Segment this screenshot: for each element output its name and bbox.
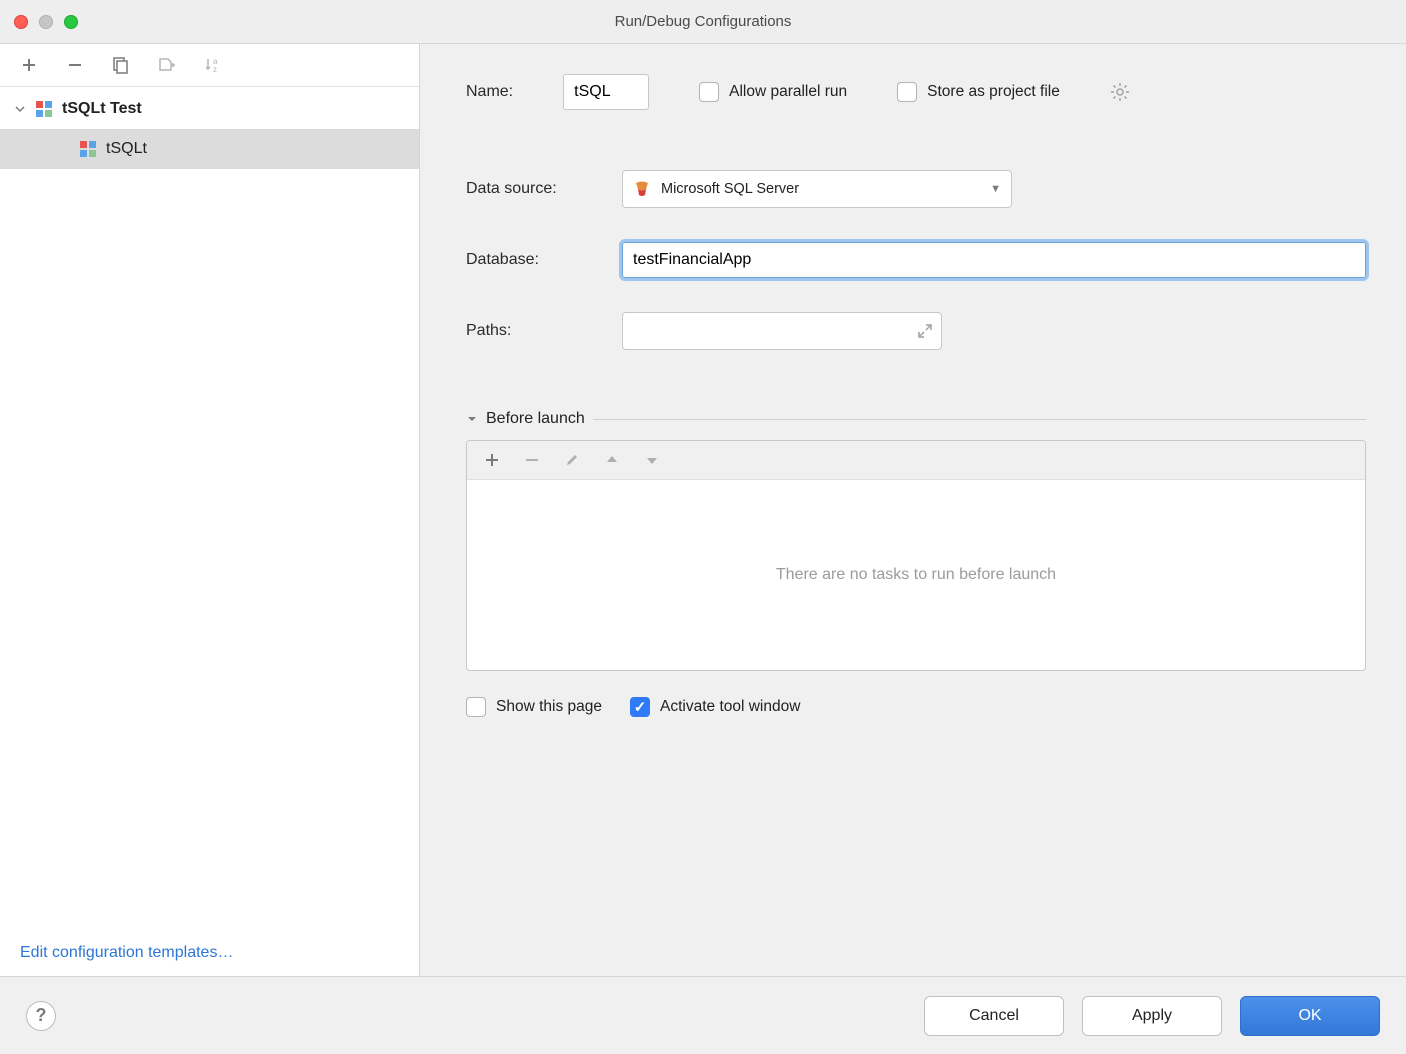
chevron-down-icon: [466, 413, 478, 425]
paths-input[interactable]: [622, 312, 942, 350]
paths-label: Paths:: [466, 322, 622, 340]
help-button[interactable]: ?: [26, 1001, 56, 1031]
before-launch-empty-message: There are no tasks to run before launch: [467, 480, 1365, 670]
expand-icon[interactable]: [917, 323, 933, 339]
before-launch-title: Before launch: [486, 410, 585, 428]
remove-task-icon[interactable]: [521, 449, 543, 471]
minimize-window-button[interactable]: [39, 15, 53, 29]
data-source-label: Data source:: [466, 180, 622, 198]
before-launch-panel: There are no tasks to run before launch: [466, 440, 1366, 671]
checkbox-icon: [699, 82, 719, 102]
data-source-dropdown[interactable]: Microsoft SQL Server ▼: [622, 170, 1012, 208]
mssql-icon: [633, 180, 651, 198]
window-title: Run/Debug Configurations: [0, 13, 1406, 30]
database-input[interactable]: [622, 242, 1366, 278]
sidebar-toolbar: az: [0, 44, 419, 87]
remove-configuration-icon[interactable]: [64, 54, 86, 76]
activate-tool-window-checkbox[interactable]: Activate tool window: [630, 697, 800, 717]
divider: [593, 419, 1366, 420]
configuration-form: Name: Allow parallel run Store as projec…: [420, 44, 1406, 976]
store-as-project-file-label: Store as project file: [927, 83, 1060, 101]
checkbox-icon: [466, 697, 486, 717]
sort-alphabetical-icon[interactable]: az: [202, 54, 224, 76]
zoom-window-button[interactable]: [64, 15, 78, 29]
name-input[interactable]: [563, 74, 649, 110]
chevron-down-icon: ▼: [990, 183, 1001, 195]
database-label: Database:: [466, 251, 622, 269]
chevron-down-icon: [14, 103, 28, 115]
allow-parallel-run-label: Allow parallel run: [729, 83, 847, 101]
tsqlt-config-icon: [80, 141, 98, 157]
before-launch-header[interactable]: Before launch: [466, 410, 1366, 428]
svg-text:z: z: [213, 65, 217, 74]
tree-group-label: tSQLt Test: [62, 100, 142, 118]
launch-options-row: Show this page Activate tool window: [466, 697, 1366, 717]
edit-templates-link[interactable]: Edit configuration templates…: [20, 944, 233, 961]
checkbox-icon: [897, 82, 917, 102]
tree-group-tsqlt-test[interactable]: tSQLt Test: [0, 89, 419, 129]
cancel-button[interactable]: Cancel: [924, 996, 1064, 1036]
add-task-icon[interactable]: [481, 449, 503, 471]
dialog-button-bar: ? Cancel Apply OK: [0, 976, 1406, 1054]
dialog-buttons: Cancel Apply OK: [924, 996, 1380, 1036]
store-as-project-file-checkbox[interactable]: Store as project file: [897, 82, 1060, 102]
edit-task-icon[interactable]: [561, 449, 583, 471]
configurations-tree: tSQLt Test tSQLt: [0, 87, 419, 930]
ok-button[interactable]: OK: [1240, 996, 1380, 1036]
activate-tool-window-label: Activate tool window: [660, 698, 800, 716]
move-down-icon[interactable]: [641, 449, 663, 471]
apply-button[interactable]: Apply: [1082, 996, 1222, 1036]
tsqlt-category-icon: [36, 101, 54, 117]
before-launch-toolbar: [467, 441, 1365, 480]
save-configuration-icon[interactable]: [156, 54, 178, 76]
add-configuration-icon[interactable]: [18, 54, 40, 76]
close-window-button[interactable]: [14, 15, 28, 29]
window-controls: [14, 15, 78, 29]
show-this-page-label: Show this page: [496, 698, 602, 716]
sidebar-footer: Edit configuration templates…: [0, 930, 419, 976]
show-this-page-checkbox[interactable]: Show this page: [466, 697, 602, 717]
checkbox-checked-icon: [630, 697, 650, 717]
tree-item-tsqlt[interactable]: tSQLt: [0, 129, 419, 169]
before-launch-section: Before launch: [466, 410, 1366, 717]
name-row: Name: Allow parallel run Store as projec…: [466, 74, 1366, 110]
allow-parallel-run-checkbox[interactable]: Allow parallel run: [699, 82, 847, 102]
main-area: az tSQLt Test: [0, 44, 1406, 976]
configurations-sidebar: az tSQLt Test: [0, 44, 420, 976]
copy-configuration-icon[interactable]: [110, 54, 132, 76]
tree-item-label: tSQLt: [106, 140, 147, 158]
move-up-icon[interactable]: [601, 449, 623, 471]
name-label: Name:: [466, 83, 513, 101]
data-source-value: Microsoft SQL Server: [661, 181, 799, 197]
gear-icon[interactable]: [1110, 82, 1130, 102]
config-form-grid: Data source: Microsoft SQL Server ▼ Data…: [466, 170, 1366, 350]
titlebar: Run/Debug Configurations: [0, 0, 1406, 44]
